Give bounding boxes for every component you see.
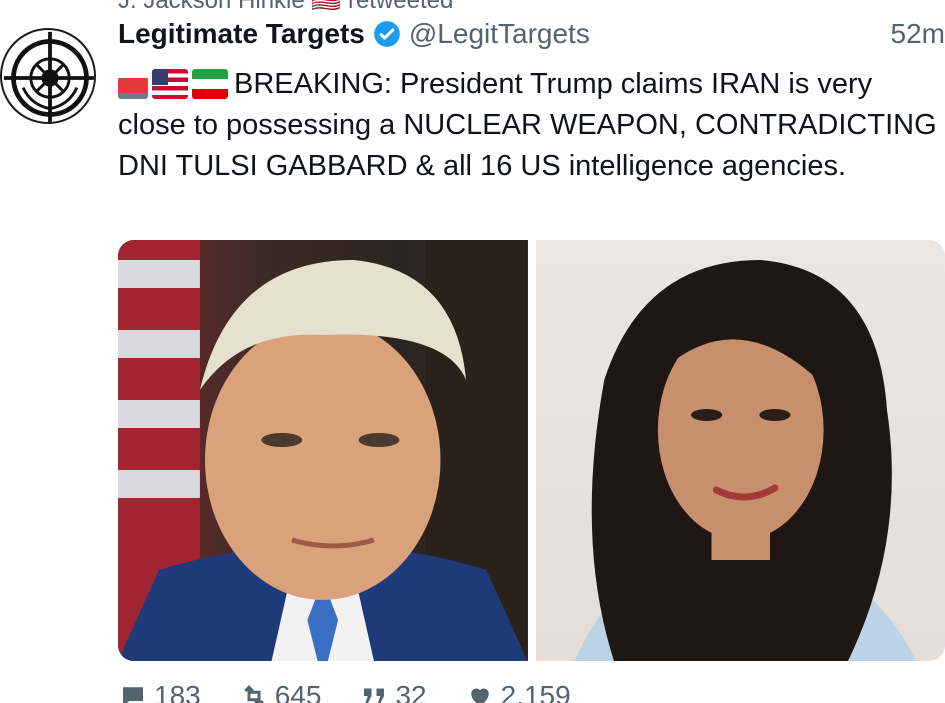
- quote-button[interactable]: 32: [359, 680, 427, 703]
- retweet-icon: [243, 685, 264, 703]
- iran-flag-emoji: [192, 69, 228, 99]
- action-bar: 183 645 32 2,159: [118, 680, 571, 703]
- reply-count: 183: [154, 680, 201, 703]
- siren-emoji: [118, 69, 148, 99]
- quote-count: 32: [395, 680, 427, 703]
- heart-icon: [470, 688, 489, 703]
- speech-bubble-icon: [123, 687, 143, 703]
- timestamp[interactable]: 52m: [891, 18, 945, 50]
- retweet-text: J. Jackson Hinkle 🇺🇸 retweeted: [118, 0, 454, 14]
- reply-button[interactable]: 183: [118, 680, 201, 703]
- display-name[interactable]: Legitimate Targets: [118, 18, 365, 50]
- retweet-count: 645: [274, 680, 322, 703]
- user-handle[interactable]: @LegitTargets: [409, 18, 590, 50]
- crosshair-emblem-icon: [3, 31, 94, 122]
- tweet-header: Legitimate Targets @LegitTargets 52m: [118, 14, 945, 54]
- emoji-group: [118, 69, 228, 99]
- verified-badge-icon: [374, 21, 400, 47]
- portrait-woman-image: [574, 260, 916, 661]
- portrait-man-image: [118, 240, 528, 661]
- avatar[interactable]: [0, 28, 96, 124]
- tweet-body: BREAKING: President Trump claims IRAN is…: [118, 64, 938, 187]
- like-count: 2,159: [500, 680, 571, 703]
- quote-icon: [364, 688, 385, 703]
- like-button[interactable]: 2,159: [465, 680, 571, 703]
- us-flag-emoji: [152, 69, 188, 99]
- retweet-indicator: J. Jackson Hinkle 🇺🇸 retweeted: [118, 0, 453, 15]
- photo-gabbard[interactable]: [535, 240, 945, 661]
- retweet-button[interactable]: 645: [239, 680, 322, 703]
- tweet-text: BREAKING: President Trump claims IRAN is…: [118, 68, 937, 182]
- media-grid: [118, 240, 945, 661]
- photo-trump[interactable]: [118, 240, 528, 661]
